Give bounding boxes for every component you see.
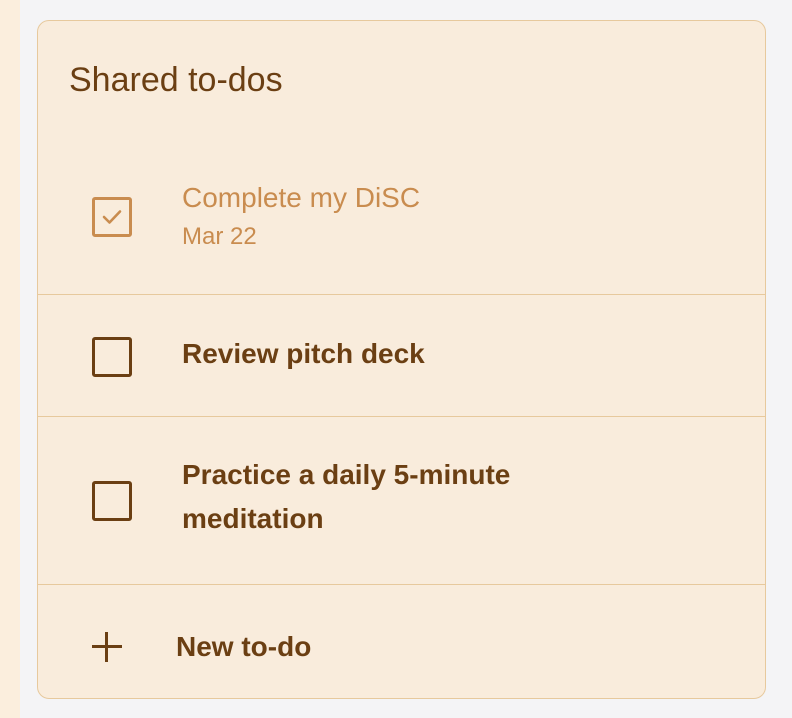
new-todo-row: New to-do (38, 585, 765, 698)
todo-text[interactable]: Review pitch deck (182, 332, 622, 376)
page-left-strip (0, 0, 20, 718)
shared-todos-card: Shared to-dos Complete my DiSC Mar 22 Re… (37, 20, 766, 699)
todo-row: Review pitch deck (38, 295, 765, 417)
todo-checkbox-checked[interactable] (92, 197, 132, 237)
new-todo-label: New to-do (176, 631, 312, 662)
todo-text-completed[interactable]: Complete my DiSC (182, 179, 420, 217)
new-todo-button[interactable]: New to-do (38, 585, 765, 698)
check-icon (102, 210, 122, 224)
todo-checkbox[interactable] (92, 481, 132, 521)
todo-checkbox[interactable] (92, 337, 132, 377)
todo-row: Practice a daily 5-minute meditation (38, 417, 765, 585)
card-title: Shared to-dos (69, 61, 283, 99)
plus-icon (90, 630, 124, 664)
todo-date: Mar 22 (182, 223, 257, 250)
todo-row: Shared to-dos Complete my DiSC Mar 22 (38, 21, 765, 295)
todo-text[interactable]: Practice a daily 5-minute meditation (182, 453, 622, 541)
